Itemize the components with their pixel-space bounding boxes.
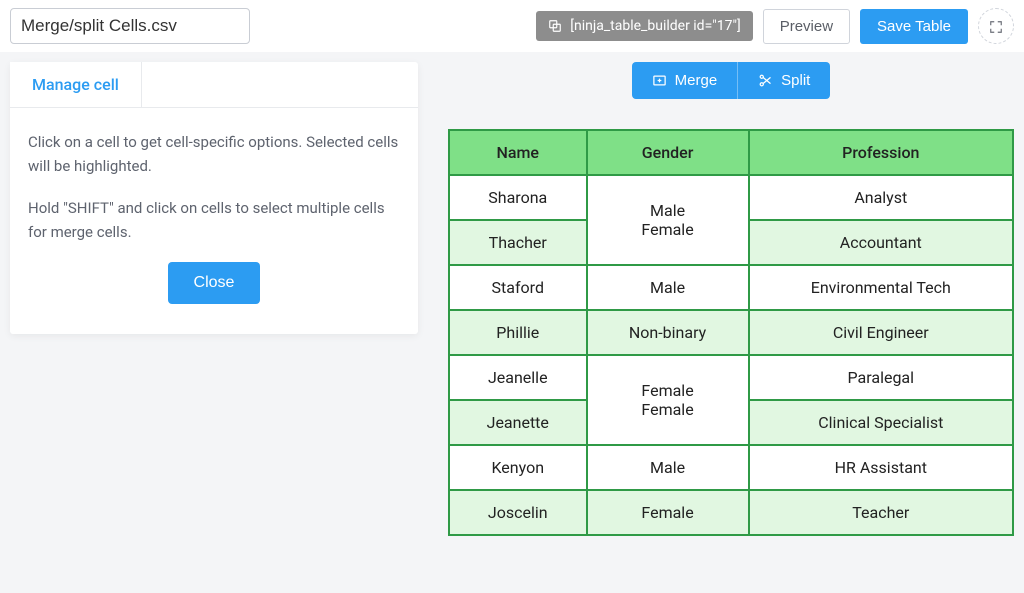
main-area: Manage cell Click on a cell to get cell-… <box>0 52 1024 546</box>
manage-cell-panel: Manage cell Click on a cell to get cell-… <box>10 62 418 334</box>
tab-manage-cell[interactable]: Manage cell <box>10 62 142 107</box>
save-table-button[interactable]: Save Table <box>860 9 968 44</box>
copy-icon <box>548 19 562 33</box>
table-area: Merge Split Name <box>448 62 1014 536</box>
table-title-input[interactable] <box>10 8 250 44</box>
fullscreen-icon <box>989 19 1003 33</box>
help-text-1: Click on a cell to get cell-specific opt… <box>28 130 400 178</box>
table-header-gender[interactable]: Gender <box>587 130 749 175</box>
merge-icon <box>652 73 667 88</box>
table-header-name[interactable]: Name <box>449 130 587 175</box>
close-button[interactable]: Close <box>168 262 261 304</box>
table-cell[interactable]: Female <box>587 490 749 535</box>
split-icon <box>758 73 773 88</box>
table-cell[interactable]: Jeanelle <box>449 355 587 400</box>
table-cell[interactable]: Kenyon <box>449 445 587 490</box>
table-cell[interactable]: Paralegal <box>749 355 1013 400</box>
table-cell[interactable]: Staford <box>449 265 587 310</box>
table-cell[interactable]: Joscelin <box>449 490 587 535</box>
data-table: Name Gender Profession SharonaMale Femal… <box>448 129 1014 536</box>
table-cell-merged[interactable]: Female Female <box>587 355 749 445</box>
table-cell-merged[interactable]: Male Female <box>587 175 749 265</box>
merge-label: Merge <box>675 72 718 89</box>
table-cell[interactable]: Non-binary <box>587 310 749 355</box>
table-cell[interactable]: Civil Engineer <box>749 310 1013 355</box>
split-button[interactable]: Split <box>738 62 830 99</box>
shortcode-badge[interactable]: [ninja_table_builder id="17"] <box>536 11 752 41</box>
merge-button[interactable]: Merge <box>632 62 738 99</box>
split-label: Split <box>781 72 810 89</box>
help-text-2: Hold "SHIFT" and click on cells to selec… <box>28 196 400 244</box>
panel-body: Click on a cell to get cell-specific opt… <box>10 108 418 334</box>
table-cell[interactable]: HR Assistant <box>749 445 1013 490</box>
table-cell[interactable]: Teacher <box>749 490 1013 535</box>
table-cell[interactable]: Phillie <box>449 310 587 355</box>
table-cell[interactable]: Accountant <box>749 220 1013 265</box>
table-cell[interactable]: Male <box>587 265 749 310</box>
table-cell[interactable]: Male <box>587 445 749 490</box>
table-cell[interactable]: Clinical Specialist <box>749 400 1013 445</box>
table-actions: Merge Split <box>448 62 1014 99</box>
table-cell[interactable]: Sharona <box>449 175 587 220</box>
top-bar: [ninja_table_builder id="17"] Preview Sa… <box>0 0 1024 52</box>
table-cell[interactable]: Thacher <box>449 220 587 265</box>
table-cell[interactable]: Environmental Tech <box>749 265 1013 310</box>
panel-tabs: Manage cell <box>10 62 418 108</box>
fullscreen-button[interactable] <box>978 8 1014 44</box>
table-cell[interactable]: Analyst <box>749 175 1013 220</box>
preview-button[interactable]: Preview <box>763 9 850 44</box>
shortcode-text: [ninja_table_builder id="17"] <box>570 18 740 34</box>
table-cell[interactable]: Jeanette <box>449 400 587 445</box>
table-header-profession[interactable]: Profession <box>749 130 1013 175</box>
